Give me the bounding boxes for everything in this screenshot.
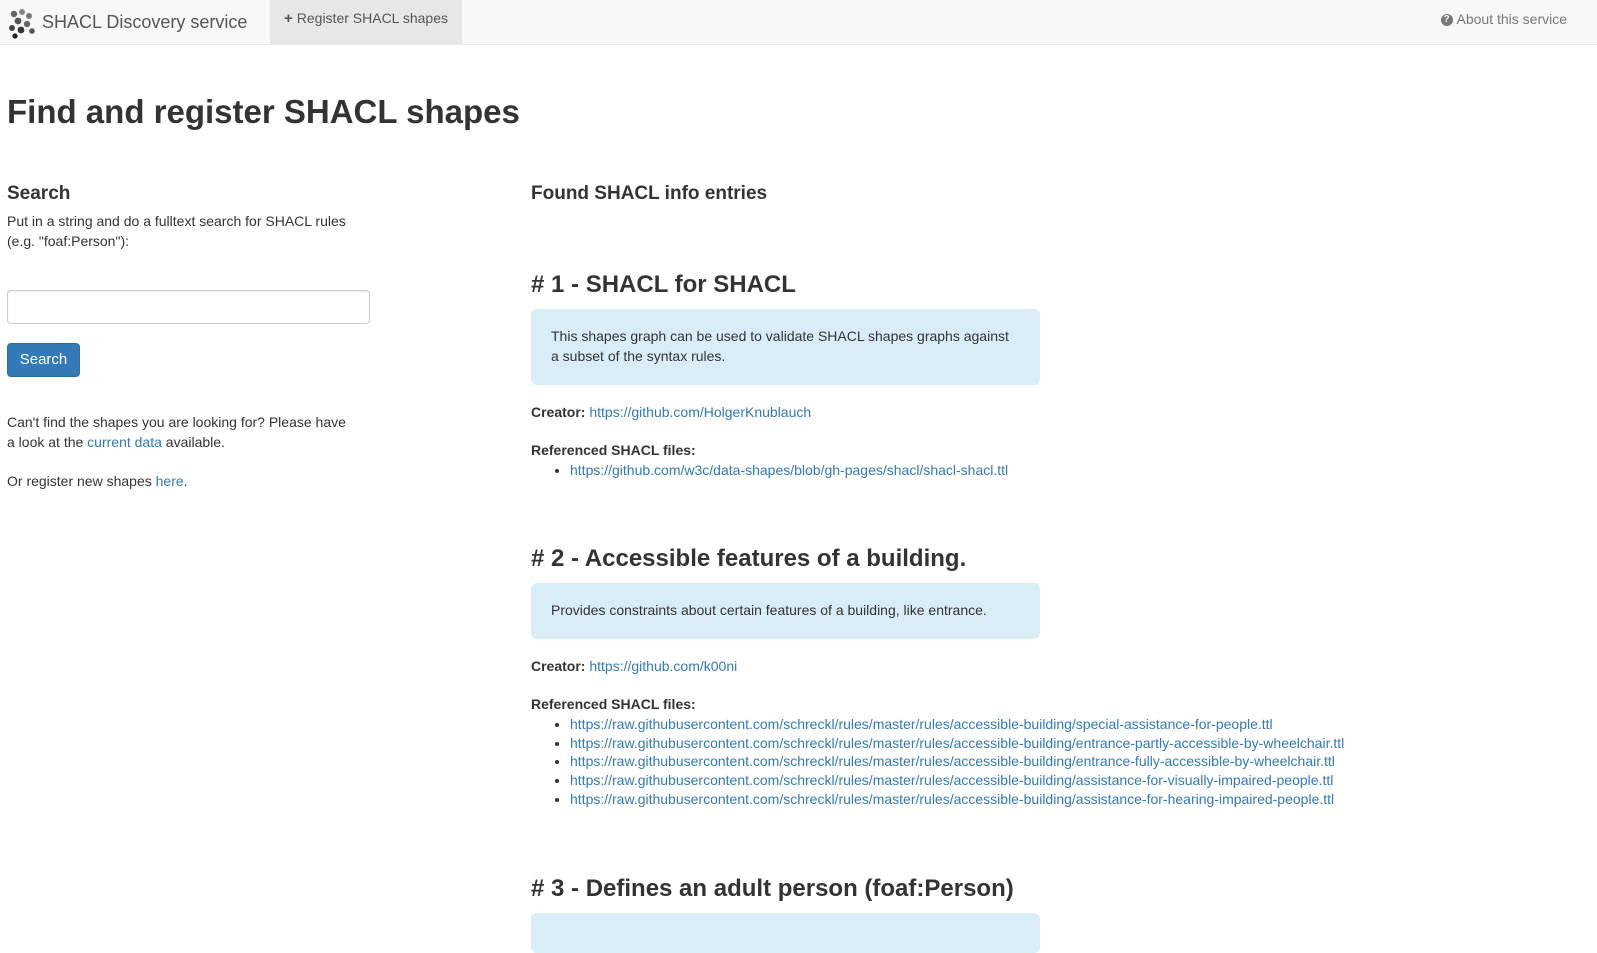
current-data-hint: Can't find the shapes you are looking fo… (7, 413, 357, 453)
register-suffix: . (184, 473, 188, 489)
entry-title: # 3 - Defines an adult person (foaf:Pers… (531, 874, 1040, 904)
entry-2: # 2 - Accessible features of a building.… (531, 544, 1344, 808)
entry-description: Provides constraints about certain featu… (531, 583, 1040, 639)
files-list: https://raw.githubusercontent.com/schrec… (531, 715, 1344, 809)
search-input[interactable] (7, 290, 370, 324)
entry-1: # 1 - SHACL for SHACL This shapes graph … (531, 270, 1040, 480)
files-label: Referenced SHACL files: (531, 442, 696, 458)
files-label: Referenced SHACL files: (531, 696, 696, 712)
brand-link[interactable]: SHACL Discovery service (6, 8, 247, 38)
current-data-link[interactable]: current data (87, 434, 162, 450)
list-item: https://raw.githubusercontent.com/schrec… (570, 715, 1344, 734)
nav-register-shapes[interactable]: + Register SHACL shapes (270, 0, 462, 44)
file-link[interactable]: https://raw.githubusercontent.com/schrec… (570, 753, 1335, 769)
logo-icon (6, 7, 38, 39)
search-heading: Search (7, 181, 377, 207)
file-link[interactable]: https://raw.githubusercontent.com/schrec… (570, 791, 1334, 807)
entry-3: # 3 - Defines an adult person (foaf:Pers… (531, 874, 1040, 953)
nav-register-label: Register SHACL shapes (297, 9, 448, 29)
brand-text: SHACL Discovery service (42, 10, 247, 36)
list-item: https://raw.githubusercontent.com/schrec… (570, 752, 1344, 771)
search-button[interactable]: Search (7, 343, 80, 377)
entry-files: Referenced SHACL files: https://raw.gith… (531, 695, 1344, 809)
creator-link[interactable]: https://github.com/k00ni (589, 658, 737, 674)
results-heading: Found SHACL info entries (531, 181, 1591, 207)
register-prefix: Or register new shapes (7, 473, 156, 489)
register-hint: Or register new shapes here. (7, 472, 357, 492)
list-item: https://raw.githubusercontent.com/schrec… (570, 771, 1344, 790)
creator-label: Creator: (531, 404, 585, 420)
top-navbar: SHACL Discovery service + Register SHACL… (0, 0, 1597, 45)
search-description: Put in a string and do a fulltext search… (7, 212, 357, 252)
file-link[interactable]: https://raw.githubusercontent.com/schrec… (570, 772, 1333, 788)
entry-title: # 1 - SHACL for SHACL (531, 270, 1040, 300)
file-link[interactable]: https://raw.githubusercontent.com/schrec… (570, 735, 1344, 751)
list-item: https://github.com/w3c/data-shapes/blob/… (570, 461, 1040, 480)
file-link[interactable]: https://github.com/w3c/data-shapes/blob/… (570, 462, 1008, 478)
entry-files: Referenced SHACL files: https://github.c… (531, 441, 1040, 480)
nav-about-service[interactable]: ? About this service (1441, 0, 1597, 40)
list-item: https://raw.githubusercontent.com/schrec… (570, 790, 1344, 809)
creator-label: Creator: (531, 658, 585, 674)
search-panel: Search Put in a string and do a fulltext… (7, 181, 377, 492)
hint-suffix: available. (162, 434, 225, 450)
nav-about-label: About this service (1457, 10, 1568, 30)
entry-creator: Creator: https://github.com/HolgerKnubla… (531, 403, 1040, 423)
plus-icon: + (284, 8, 293, 29)
register-here-link[interactable]: here (156, 473, 184, 489)
file-link[interactable]: https://raw.githubusercontent.com/schrec… (570, 716, 1273, 732)
page-title: Find and register SHACL shapes (7, 88, 520, 135)
entry-description: This shapes graph can be used to validat… (531, 309, 1040, 385)
creator-link[interactable]: https://github.com/HolgerKnublauch (589, 404, 811, 420)
entry-creator: Creator: https://github.com/k00ni (531, 657, 1344, 677)
question-circle-icon: ? (1441, 14, 1453, 26)
entry-title: # 2 - Accessible features of a building. (531, 544, 1344, 574)
list-item: https://raw.githubusercontent.com/schrec… (570, 734, 1344, 753)
entry-description (531, 913, 1040, 953)
results-panel: Found SHACL info entries # 1 - SHACL for… (531, 181, 1591, 207)
files-list: https://github.com/w3c/data-shapes/blob/… (531, 461, 1040, 480)
